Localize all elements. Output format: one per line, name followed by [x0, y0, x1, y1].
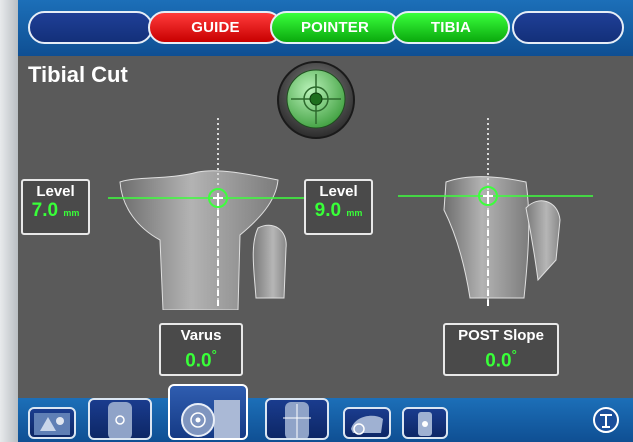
nav-step-overview[interactable]: [28, 407, 76, 439]
tibia-front-view: [108, 118, 308, 310]
bubble-level-nav-icon: [181, 400, 240, 438]
right-level-label: Level: [319, 183, 358, 200]
leg-overview-icon: [34, 413, 70, 435]
nav-step-femur[interactable]: [88, 398, 152, 440]
left-level-readout: Level 7.0 mm: [21, 179, 90, 235]
tibia-button[interactable]: TIBIA: [392, 11, 510, 44]
pointer-button[interactable]: POINTER: [270, 11, 400, 44]
guide-button[interactable]: GUIDE: [148, 11, 283, 44]
blank-right-button[interactable]: [512, 11, 624, 44]
nav-step-summary[interactable]: [402, 407, 448, 439]
guide-button-label: GUIDE: [191, 19, 240, 36]
right-level-readout: Level 9.0 mm: [304, 179, 373, 235]
femur-bone-icon: [108, 402, 132, 438]
pointer-button-label: POINTER: [300, 19, 370, 36]
bottom-nav-bar: [18, 384, 633, 442]
varus-value: 0.0°: [185, 347, 217, 372]
blank-left-button[interactable]: [28, 11, 153, 44]
nav-step-alignment[interactable]: [265, 398, 329, 440]
implant-icon: [351, 415, 383, 435]
post-slope-readout: POST Slope 0.0°: [443, 323, 559, 376]
post-slope-label: POST Slope: [458, 327, 544, 344]
top-toolbar: GUIDE POINTER TIBIA: [18, 0, 633, 56]
left-level-label: Level: [36, 183, 75, 200]
page-title: Tibial Cut: [28, 62, 128, 87]
post-slope-value: 0.0°: [485, 347, 517, 372]
navigation-screen: GUIDE POINTER TIBIA Tibial Cut Level 7.0…: [18, 0, 633, 442]
window-edge: [0, 0, 18, 442]
t-logo-icon[interactable]: [592, 406, 620, 434]
nav-step-implant[interactable]: [343, 407, 391, 439]
knee-summary-icon: [418, 412, 432, 436]
bone-alignment-icon: [283, 402, 311, 438]
varus-readout: Varus 0.0°: [159, 323, 243, 376]
tibia-button-label: TIBIA: [430, 19, 472, 36]
tibia-side-view: [398, 118, 593, 308]
nav-step-tibial-cut[interactable]: [168, 384, 248, 440]
right-level-value: 9.0 mm: [314, 200, 363, 221]
left-level-value: 7.0 mm: [31, 200, 80, 221]
varus-label: Varus: [180, 327, 222, 344]
